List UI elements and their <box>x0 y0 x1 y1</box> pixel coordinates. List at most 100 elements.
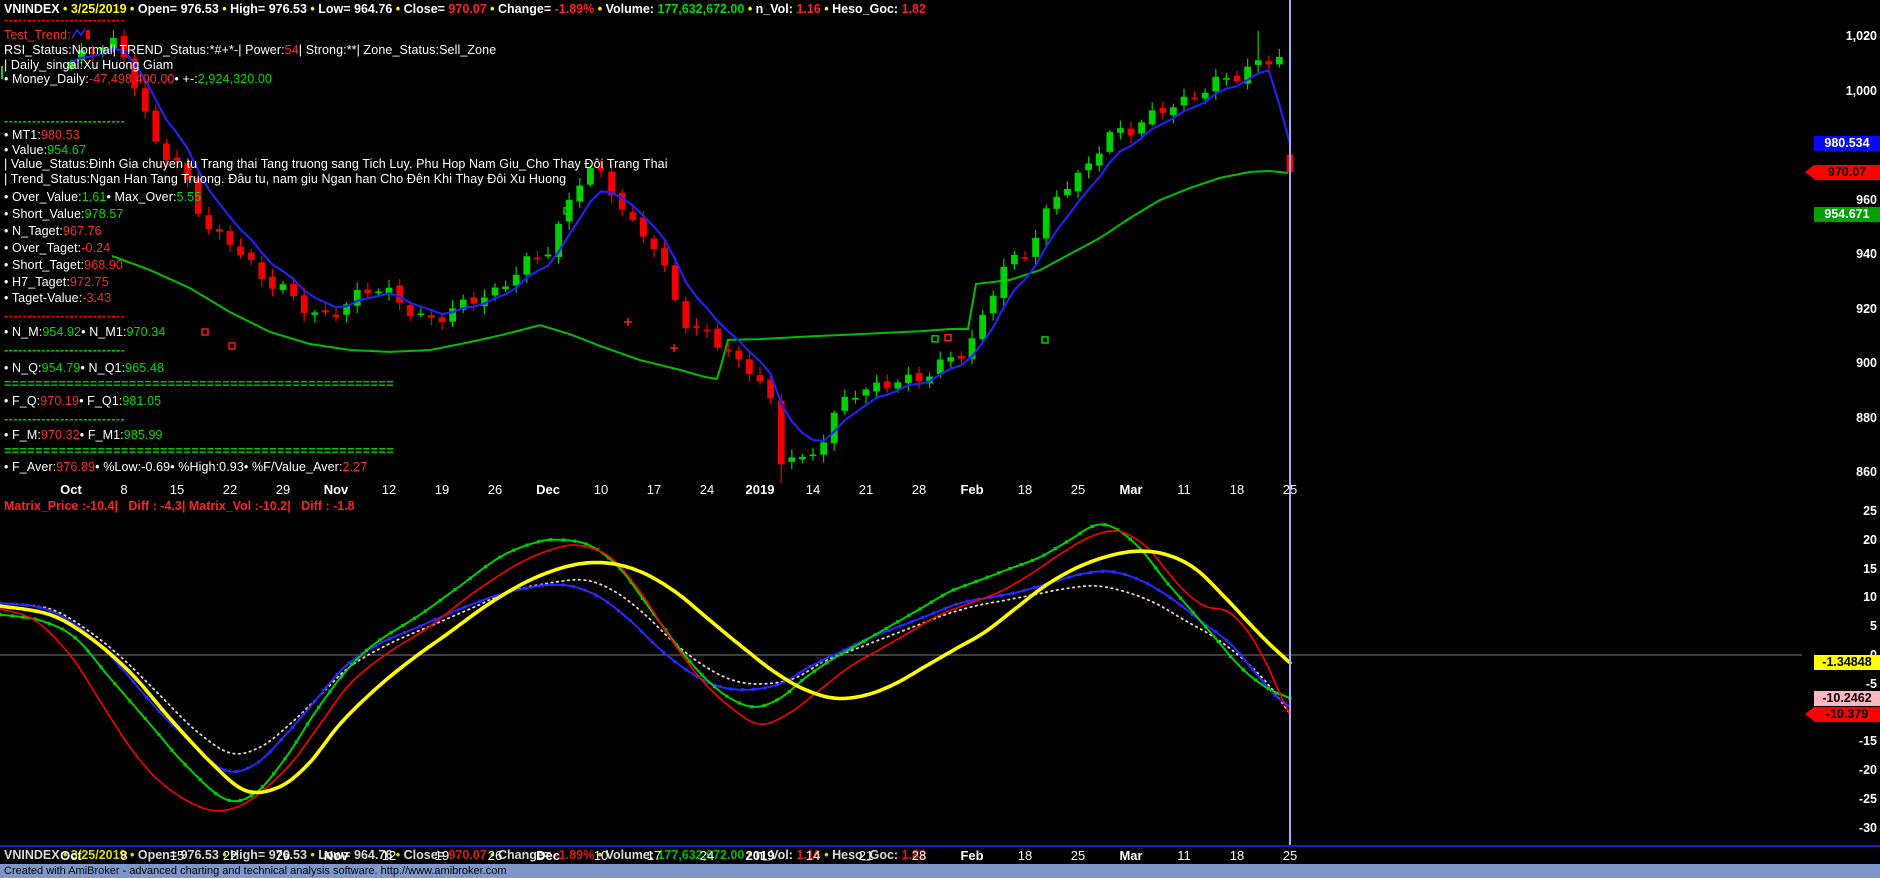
overlay-text: -------------------------- <box>4 114 125 128</box>
overlay-line: • N_Q:954.79• N_Q1:965.48 <box>4 361 164 375</box>
header-segment: Change= <box>498 2 555 16</box>
overlay-text: • Short_Taget: <box>4 258 84 272</box>
header-segment: • <box>396 848 404 862</box>
date-label: 18 <box>1230 848 1244 863</box>
overlay-text: | Daily_singal:Xu Huong Giam <box>4 58 173 72</box>
overlay-line: • Short_Value:978.57 <box>4 207 123 221</box>
date-label: 17 <box>647 848 661 863</box>
date-label: Oct <box>60 848 82 863</box>
overlay-text: 965.48 <box>125 361 164 375</box>
header-segment: • <box>824 2 832 16</box>
overlay-text: 5.55 <box>177 190 202 204</box>
overlay-line: RSI_Status:Normal| TREND_Status:*#+*-| P… <box>4 43 496 57</box>
header-segment: -1.89% <box>555 2 598 16</box>
header-segment: • <box>824 848 832 862</box>
header-segment: 177,632,672.00 <box>657 2 747 16</box>
date-label: Nov <box>324 848 349 863</box>
date-label: 24 <box>700 848 714 863</box>
overlay-text: • Short_Value: <box>4 207 85 221</box>
overlay-text: -------------------------- <box>4 309 125 323</box>
overlay-text: • Over_Value: <box>4 190 82 204</box>
header-segment: High= 976.53 <box>230 848 310 862</box>
date-label: 22 <box>223 848 237 863</box>
date-label: 28 <box>912 848 926 863</box>
osc-badge: -10.2462 <box>1814 691 1880 706</box>
oscillator-pane[interactable] <box>0 0 1880 878</box>
header-segment: 970.07 <box>448 2 490 16</box>
date-label: 8 <box>120 848 127 863</box>
date-label: 15 <box>170 848 184 863</box>
overlay-line: | Trend_Status:Ngan Han Tang Truong. Đâu… <box>4 172 566 186</box>
header-segment: Close= <box>404 2 449 16</box>
overlay-text: • Max_Over: <box>106 190 176 204</box>
date-label: Mar <box>1119 848 1142 863</box>
overlay-text: • +-: <box>175 72 198 86</box>
overlay-text: 978.57 <box>85 207 124 221</box>
overlay-text: 1.61 <box>82 190 107 204</box>
overlay-text: • Value: <box>4 143 47 157</box>
date-label: 2019 <box>746 848 775 863</box>
overlay-text: 970.34 <box>127 325 166 339</box>
overlay-text: 985.99 <box>124 428 163 442</box>
overlay-line: • N_M:954.92• N_M1:970.34 <box>4 325 165 339</box>
date-label: 14 <box>806 848 820 863</box>
oscillator-axis: 2520151050-5-15-20-25-30-1.34848-10.2462… <box>1806 0 1880 878</box>
series-matrix-white <box>0 580 1290 754</box>
pane3-header-clipped: VNINDEX • 3/25/2019 • Open= 976.53 • Hig… <box>0 847 1880 864</box>
overlay-text: 954.79 <box>42 361 81 375</box>
header-segment: • <box>598 2 606 16</box>
overlay-text: -------------------------- <box>4 343 125 357</box>
date-label: 25 <box>1071 848 1085 863</box>
separator-dashes: -------------------------- <box>4 114 125 128</box>
overlay-text: • %Low: <box>95 460 141 474</box>
osc-tick-label: -20 <box>1809 763 1877 777</box>
overlay-line: • Over_Taget:-0.24 <box>4 241 110 255</box>
overlay-text: 2.27 <box>343 460 368 474</box>
pane3-header-fragments: VNINDEX • 3/25/2019 • Open= 976.53 • Hig… <box>4 848 926 862</box>
overlay-text: 976.89 <box>56 460 95 474</box>
header-segment: Heso_Goc: <box>832 2 901 16</box>
overlay-text: Test_Trend: <box>4 28 71 42</box>
date-label: Feb <box>960 848 983 863</box>
cursor-vline[interactable] <box>1289 0 1291 845</box>
header-segment: n_Vol: <box>756 2 797 16</box>
overlay-line: | Value_Status:Đinh Gia chuyen tu Trang … <box>4 157 668 171</box>
overlay-text: • F_Q: <box>4 394 40 408</box>
overlay-text: • Taget-Value: <box>4 291 82 305</box>
overlay-text: • %F/Value_Aver: <box>244 460 343 474</box>
osc-badge: -1.34848 <box>1814 655 1880 670</box>
overlay-text: • N_Q: <box>4 361 42 375</box>
overlay-line: • Over_Value:1.61• Max_Over:5.55 <box>4 190 201 204</box>
header-segment: 970.07 <box>448 848 490 862</box>
overlay-line: • Taget-Value:-3.43 <box>4 291 111 305</box>
overlay-text: 954.92 <box>42 325 81 339</box>
osc-tick-label: 5 <box>1809 619 1877 633</box>
overlay-text: 54 <box>285 43 299 57</box>
separator-dashes: ========================================… <box>4 377 394 391</box>
series-matrix-yellow <box>0 551 1290 792</box>
overlay-text: 967.76 <box>63 224 102 238</box>
date-label: Dec <box>536 848 560 863</box>
overlay-text: • F_M1: <box>80 428 124 442</box>
overlay-text: • N_M1: <box>81 325 126 339</box>
overlay-line: • Value:954.67 <box>4 143 86 157</box>
overlay-text: RSI_Status:Normal| TREND_Status:*#+*-| P… <box>4 43 285 57</box>
osc-tick-label: 20 <box>1809 533 1877 547</box>
header-segment: Open= 976.53 <box>138 2 222 16</box>
overlay-text: -47,498,400.00 <box>89 72 175 86</box>
overlay-text: ========================================… <box>4 377 394 391</box>
overlay-text: • F_M: <box>4 428 41 442</box>
overlay-text: 954.67 <box>47 143 86 157</box>
overlay-text: • %High: <box>170 460 219 474</box>
overlay-line: • H7_Taget:972.75 <box>4 275 109 289</box>
overlay-line: • MT1:980.53 <box>4 128 80 142</box>
overlay-text: • H7_Taget: <box>4 275 70 289</box>
overlay-text: • Money_Daily: <box>4 72 89 86</box>
header-segment: Volume: <box>606 2 658 16</box>
date-label: 29 <box>276 848 290 863</box>
overlay-text: • F_Aver: <box>4 460 56 474</box>
quote-header: VNINDEX • 3/25/2019 • Open= 976.53 • Hig… <box>4 2 926 16</box>
overlay-line: • Short_Taget:968.90 <box>4 258 123 272</box>
overlay-line: • N_Taget:967.76 <box>4 224 102 238</box>
overlay-text: -------------------------- <box>4 412 125 426</box>
